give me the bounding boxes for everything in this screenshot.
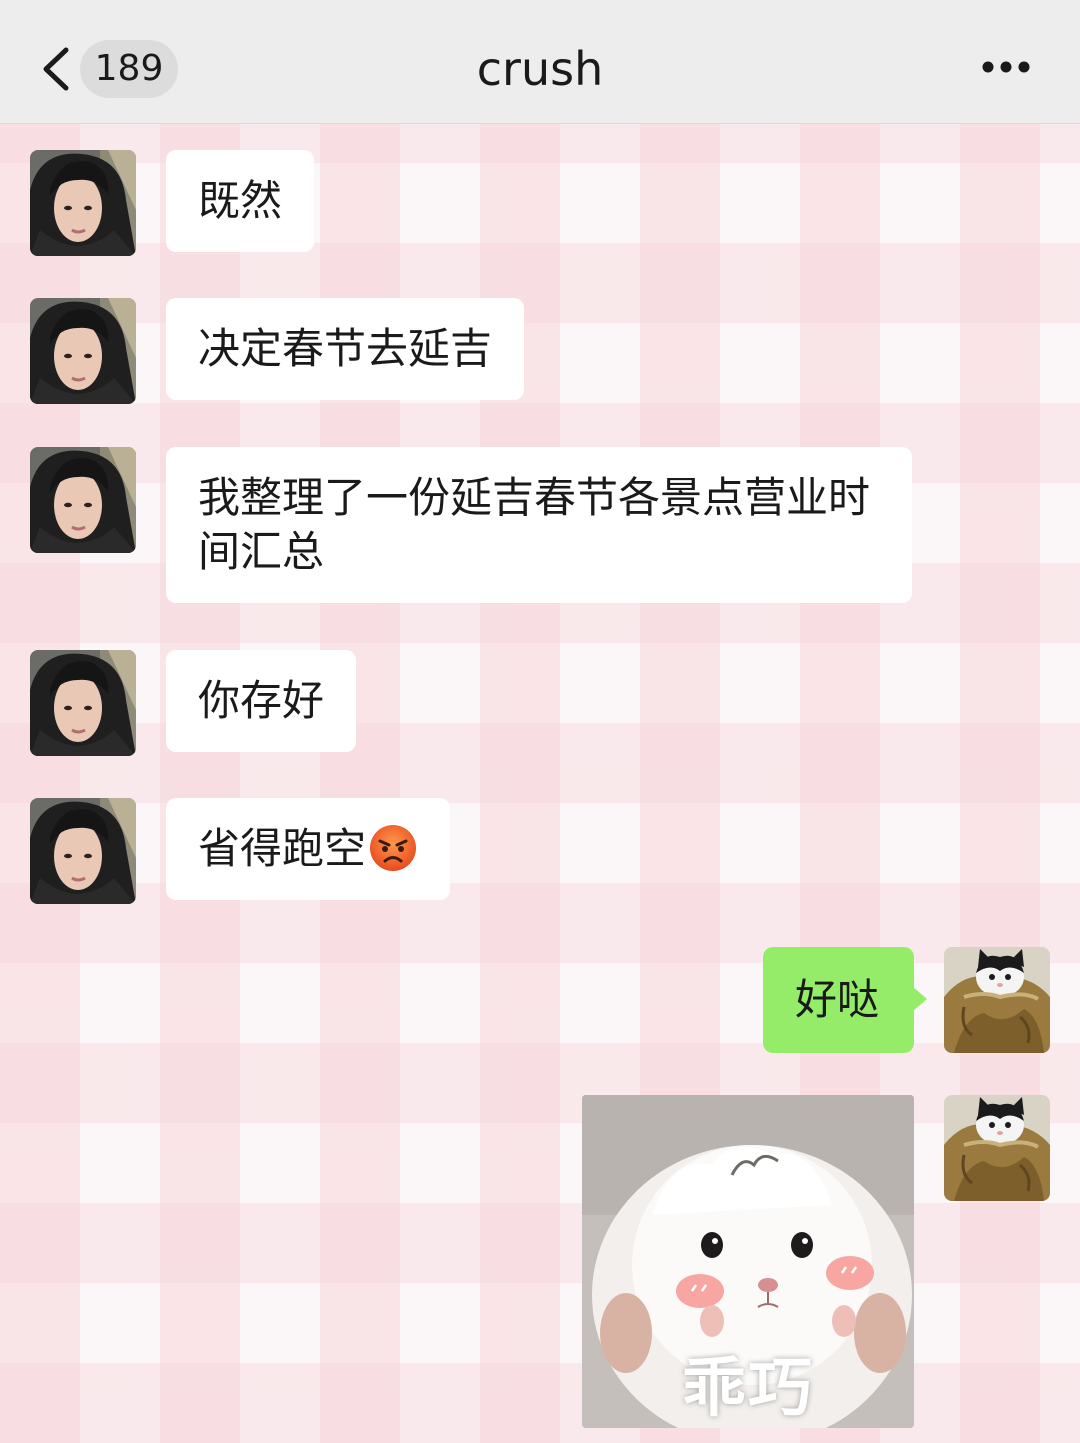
chat-header: 189 crush (0, 0, 1080, 124)
avatar-image (30, 298, 136, 404)
crush-avatar[interactable] (30, 150, 136, 256)
avatar-image (30, 798, 136, 904)
crush-avatar[interactable] (30, 447, 136, 553)
crush-avatar[interactable] (30, 798, 136, 904)
angry-face-emoji-icon (370, 825, 417, 871)
message-bubble[interactable]: 决定春节去延吉 (166, 298, 525, 400)
my-avatar[interactable] (944, 1095, 1050, 1201)
message-text: 省得跑空 (198, 824, 367, 873)
message-bubble[interactable]: 省得跑空 (166, 798, 451, 900)
unread-count-badge[interactable]: 189 (80, 40, 178, 98)
message-bubble[interactable]: 既然 (166, 150, 315, 252)
message-text: 你存好 (198, 676, 325, 725)
message-text: 既然 (198, 176, 283, 225)
back-button[interactable] (36, 44, 76, 94)
message-bubble[interactable]: 我整理了一份延吉春节各景点营业时间汇总 (166, 447, 912, 603)
message-text: 好哒 (795, 975, 880, 1024)
chat-title: crush (476, 42, 604, 96)
my-message-bubble[interactable]: 好哒 (763, 947, 914, 1053)
avatar-image (30, 650, 136, 756)
message-text: 决定春节去延吉 (198, 324, 493, 373)
more-button[interactable] (974, 52, 1038, 82)
avatar-image (944, 947, 1050, 1053)
avatar-image (30, 447, 136, 553)
avatar-image (944, 1095, 1050, 1201)
message-bubble[interactable]: 你存好 (166, 650, 357, 752)
my-avatar[interactable] (944, 947, 1050, 1053)
more-horizontal-icon (982, 61, 1030, 73)
sticker-caption: 乖巧 (682, 1352, 814, 1426)
message-text: 我整理了一份延吉春节各景点营业时间汇总 (198, 473, 871, 576)
chevron-left-icon (43, 47, 69, 91)
crush-avatar[interactable] (30, 650, 136, 756)
avatar-image (30, 150, 136, 256)
bubble-tail (913, 987, 927, 1011)
crush-avatar[interactable] (30, 298, 136, 404)
hamster-sticker[interactable]: 乖巧 (582, 1095, 914, 1428)
